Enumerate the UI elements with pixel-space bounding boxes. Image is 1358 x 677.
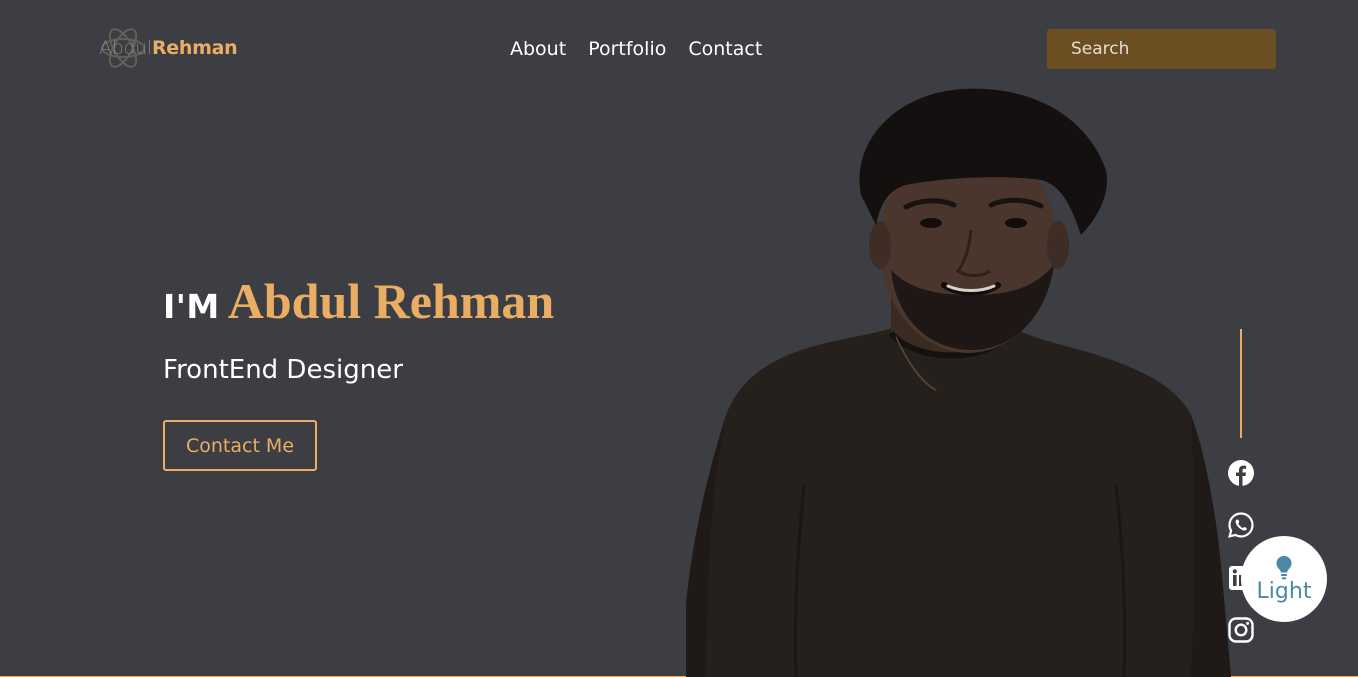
hero-prefix: I'M [163, 287, 220, 326]
brand-logo[interactable]: AbdulRehman [98, 24, 238, 72]
facebook-icon[interactable] [1227, 459, 1255, 487]
whatsapp-icon[interactable] [1227, 511, 1255, 539]
main-nav: About Portfolio Contact [510, 36, 762, 62]
brand-name: AbdulRehman [98, 24, 238, 72]
theme-toggle-label: Light [1256, 579, 1312, 604]
search-box [1047, 29, 1290, 69]
social-divider [1240, 329, 1242, 438]
nav-about-link[interactable]: About [510, 36, 566, 62]
theme-toggle-button[interactable]: Light [1241, 536, 1327, 622]
profile-photo [686, 88, 1231, 677]
nav-portfolio-link[interactable]: Portfolio [588, 36, 666, 62]
lightbulb-icon [1276, 556, 1292, 580]
brand-last-name: Rehman [151, 37, 238, 59]
nav-contact-link[interactable]: Contact [688, 36, 762, 62]
hero-role: FrontEnd Designer [163, 355, 403, 385]
instagram-icon[interactable] [1227, 616, 1255, 644]
brand-first-name: Abdul [99, 37, 152, 59]
contact-me-button[interactable]: Contact Me [163, 420, 317, 471]
hero-name: Abdul Rehman [227, 273, 555, 329]
search-input[interactable] [1071, 39, 1290, 59]
hero-heading: I'M Abdul Rehman [163, 272, 554, 330]
